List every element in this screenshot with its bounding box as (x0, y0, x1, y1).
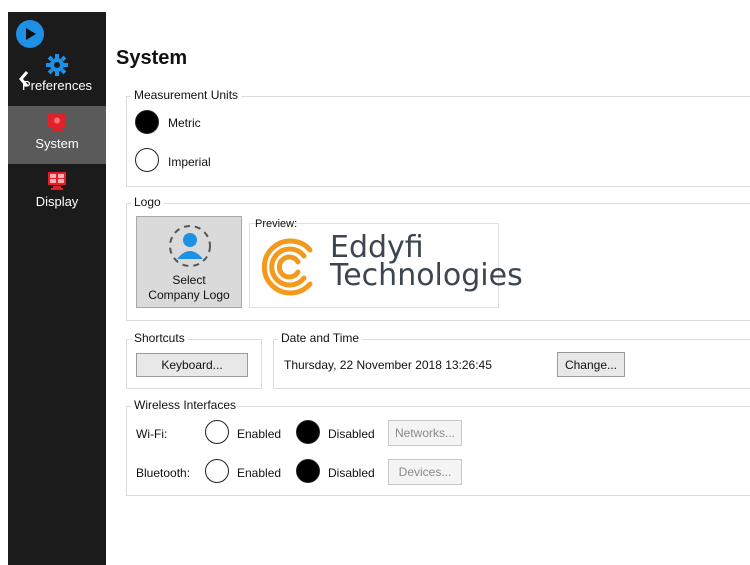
sidebar-item-label: Preferences (21, 78, 93, 93)
brand-name: Eddyfi Technologies (330, 233, 523, 293)
change-date-button[interactable]: Change... (557, 352, 625, 377)
brand-line2: Technologies (330, 258, 523, 293)
user-icon (169, 225, 211, 267)
sidebar-item-label: Display (35, 194, 79, 209)
devices-button[interactable]: Devices... (388, 459, 462, 485)
sidebar-item-label: System (35, 136, 79, 151)
display-icon (8, 170, 106, 192)
networks-button[interactable]: Networks... (388, 420, 462, 446)
sidebar-item-display[interactable]: Display (8, 164, 106, 222)
bluetooth-disabled-label: Disabled (328, 466, 375, 480)
wifi-label: Wi-Fi: (136, 427, 168, 441)
sidebar-item-system[interactable]: System (8, 106, 106, 164)
bluetooth-disabled-radio[interactable] (296, 459, 320, 483)
imperial-radio[interactable] (135, 148, 159, 172)
select-logo-line1: Select (172, 273, 206, 287)
bluetooth-label: Bluetooth: (136, 466, 191, 480)
gear-icon (8, 54, 106, 76)
eddyfi-brand-mark-icon (261, 238, 313, 296)
select-logo-line2: Company Logo (148, 288, 230, 302)
bluetooth-enabled-label: Enabled (237, 466, 282, 480)
select-company-logo-button[interactable]: Select Company Logo (136, 216, 242, 308)
date-time-value: Thursday, 22 November 2018 13:26:45 (284, 358, 492, 372)
group-legend: Shortcuts (131, 331, 188, 345)
app-logo-play-icon[interactable] (16, 20, 44, 48)
group-legend: Wireless Interfaces (131, 398, 240, 412)
preview-label: Preview: (255, 218, 298, 230)
wifi-disabled-label: Disabled (328, 427, 375, 441)
wifi-enabled-label: Enabled (237, 427, 282, 441)
monitor-icon (8, 112, 106, 134)
imperial-label: Imperial (168, 155, 211, 169)
page-title: System (116, 47, 188, 69)
group-legend: Measurement Units (131, 88, 242, 102)
bluetooth-enabled-radio[interactable] (205, 459, 229, 483)
metric-radio[interactable] (135, 110, 159, 134)
metric-label: Metric (168, 116, 201, 130)
select-logo-text: Select Company Logo (137, 273, 241, 303)
keyboard-button[interactable]: Keyboard... (136, 353, 248, 377)
logo-preview: Eddyfi Technologies (249, 223, 523, 308)
wifi-disabled-radio[interactable] (296, 420, 320, 444)
group-legend: Logo (131, 195, 164, 209)
group-legend: Date and Time (278, 331, 363, 345)
wifi-enabled-radio[interactable] (205, 420, 229, 444)
sidebar-item-preferences[interactable]: Preferences (8, 48, 106, 106)
sidebar: Preferences System Display (8, 12, 106, 565)
measurement-units-group: Measurement Units (126, 88, 750, 187)
